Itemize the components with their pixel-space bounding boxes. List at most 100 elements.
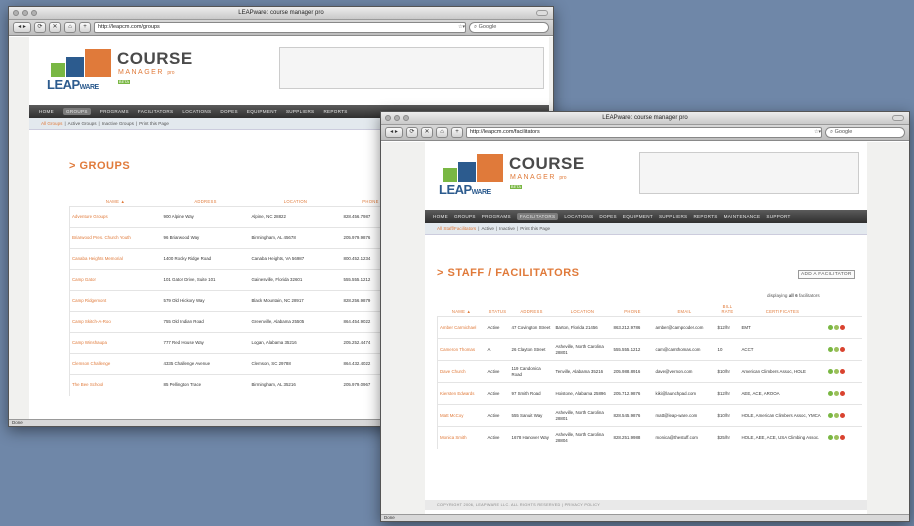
nav-support[interactable]: SUPPORT: [766, 214, 790, 219]
group-name-link[interactable]: Camp Gator: [69, 269, 162, 291]
back-forward-button[interactable]: ◂ ▸: [13, 22, 31, 33]
facilitator-name-link[interactable]: Matt McCoy: [437, 404, 486, 427]
leapware-logo[interactable]: LEAPWARE COURSE MANAGER pro BETA: [439, 154, 589, 202]
facilitators-browser-window[interactable]: LEAPware: course manager pro ◂ ▸ ⟳ ✕ ⌂ +…: [380, 111, 910, 522]
nav-suppliers[interactable]: SUPPLIERS: [286, 109, 315, 114]
table-row[interactable]: Kiersten Edwards Active 97 Smith Road Hoist…: [437, 382, 862, 405]
back-forward-button[interactable]: ◂ ▸: [385, 127, 403, 138]
leapware-logo[interactable]: LEAPWARE COURSE MANAGER pro BETA: [47, 49, 197, 97]
check-icon[interactable]: [833, 391, 839, 396]
stop-button[interactable]: ✕: [421, 127, 433, 138]
nav-reports[interactable]: REPORTS: [693, 214, 717, 219]
nav-equipment[interactable]: EQUIPMENT: [247, 109, 277, 114]
group-name-link[interactable]: Camp Skitch-A-Roo: [69, 311, 162, 333]
nav-programs[interactable]: PROGRAMS: [482, 214, 511, 219]
url-field[interactable]: http://leapcm.com/groups ☆▾: [94, 22, 466, 33]
nav-home[interactable]: HOME: [39, 109, 54, 114]
delete-icon[interactable]: [839, 325, 845, 330]
nav-maintenance[interactable]: MAINTENANCE: [724, 214, 761, 219]
col-name-header[interactable]: NAME ▲: [438, 302, 486, 317]
nav-facilitators[interactable]: FACILITATORS: [138, 109, 174, 114]
facilitator-name-link[interactable]: Dave Church: [437, 360, 486, 383]
subnav-all-facilitators[interactable]: All Staff/Facilitators: [437, 226, 476, 231]
rss-icon[interactable]: ☆▾: [814, 128, 821, 137]
subnav-inactive[interactable]: Inactive: [499, 226, 515, 231]
subnav-print[interactable]: Print this Page: [139, 121, 169, 126]
window-titlebar[interactable]: LEAPware: course manager pro: [381, 112, 909, 125]
table-row[interactable]: Monica Smith Active 1678 Hanover Way Ashevi…: [437, 426, 862, 449]
home-button[interactable]: ⌂: [64, 22, 76, 33]
nav-equipment[interactable]: EQUIPMENT: [623, 214, 653, 219]
facilitator-email[interactable]: dave@vernon.com: [653, 360, 716, 383]
facilitator-email[interactable]: matt@leap-ware.com: [653, 404, 716, 427]
col-address-header[interactable]: ADDRESS: [162, 197, 250, 207]
window-controls[interactable]: [13, 10, 37, 16]
check-icon[interactable]: [833, 369, 839, 374]
subnav-active[interactable]: Active: [481, 226, 494, 231]
group-name-link[interactable]: Canaba Heights Memorial: [69, 248, 162, 270]
group-name-link[interactable]: Camp Winshaupa: [69, 332, 162, 354]
table-row[interactable]: Amber Carmichael Active 47 Covington Stree…: [437, 316, 862, 339]
url-field[interactable]: http://leapcm.com/facilitators ☆▾: [466, 127, 822, 138]
nav-locations[interactable]: LOCATIONS: [182, 109, 211, 114]
edit-icon[interactable]: [827, 347, 833, 352]
facilitator-name-link[interactable]: Monica Smith: [437, 426, 486, 449]
close-icon[interactable]: [385, 115, 391, 121]
col-certificates-header[interactable]: CERTIFICATES: [740, 302, 826, 317]
subnav-inactive-groups[interactable]: Inactive Groups: [102, 121, 134, 126]
search-input[interactable]: ⌕ Google: [825, 127, 905, 138]
facilitator-email[interactable]: monica@thestuff.com: [653, 426, 716, 449]
group-name-link[interactable]: Camp Ridgemont: [69, 290, 162, 312]
toolbar-toggle-icon[interactable]: [536, 10, 548, 16]
col-location-header[interactable]: LOCATION: [250, 197, 342, 207]
delete-icon[interactable]: [839, 369, 845, 374]
group-name-link[interactable]: Adventure Groups: [69, 206, 162, 228]
edit-icon[interactable]: [827, 391, 833, 396]
table-row[interactable]: Cameron Thomas A 26 Clayton Street Ashevill…: [437, 338, 862, 361]
bookmark-button[interactable]: +: [79, 22, 91, 33]
nav-reports[interactable]: REPORTS: [323, 109, 347, 114]
rss-icon[interactable]: ☆▾: [458, 23, 465, 32]
zoom-icon[interactable]: [403, 115, 409, 121]
nav-programs[interactable]: PROGRAMS: [100, 109, 129, 114]
add-facilitator-button[interactable]: ADD A FACILITATOR: [798, 270, 855, 279]
facilitator-name-link[interactable]: Kiersten Edwards: [437, 382, 486, 405]
reload-button[interactable]: ⟳: [34, 22, 46, 33]
check-icon[interactable]: [833, 413, 839, 418]
edit-icon[interactable]: [827, 369, 833, 374]
table-row[interactable]: Matt McCoy Active 555 Sanuit Way Asheville,…: [437, 404, 862, 427]
nav-dopes[interactable]: DOPES: [220, 109, 238, 114]
col-status-header[interactable]: STATUS: [486, 302, 510, 317]
reload-button[interactable]: ⟳: [406, 127, 418, 138]
stop-button[interactable]: ✕: [49, 22, 61, 33]
nav-facilitators[interactable]: FACILITATORS: [516, 213, 559, 220]
search-input[interactable]: ⌕ Google: [469, 22, 549, 33]
col-address-header[interactable]: ADDRESS: [510, 302, 554, 317]
col-phone-header[interactable]: PHONE: [612, 302, 654, 317]
delete-icon[interactable]: [839, 413, 845, 418]
nav-home[interactable]: HOME: [433, 214, 448, 219]
nav-groups[interactable]: GROUPS: [62, 108, 91, 115]
check-icon[interactable]: [833, 347, 839, 352]
table-row[interactable]: Dave Church Active 119 Candonica Road Tenvi…: [437, 360, 862, 383]
zoom-icon[interactable]: [31, 10, 37, 16]
facilitator-email[interactable]: amber@campcoder.com: [653, 316, 716, 339]
group-name-link[interactable]: The Bee School: [69, 374, 162, 396]
window-titlebar[interactable]: LEAPware: course manager pro: [9, 7, 553, 20]
group-name-link[interactable]: Clemson Challenge: [69, 353, 162, 375]
toolbar-toggle-icon[interactable]: [892, 115, 904, 121]
col-bill-rate-header[interactable]: BILL RATE: [716, 302, 740, 317]
minimize-icon[interactable]: [394, 115, 400, 121]
nav-groups[interactable]: GROUPS: [454, 214, 476, 219]
subnav-print[interactable]: Print this Page: [520, 226, 550, 231]
edit-icon[interactable]: [827, 325, 833, 330]
facilitator-email[interactable]: kiki@launchpad.com: [653, 382, 716, 405]
delete-icon[interactable]: [839, 391, 845, 396]
nav-dopes[interactable]: DOPES: [599, 214, 617, 219]
nav-locations[interactable]: LOCATIONS: [564, 214, 593, 219]
facilitator-name-link[interactable]: Cameron Thomas: [437, 338, 486, 361]
minimize-icon[interactable]: [22, 10, 28, 16]
col-name-header[interactable]: NAME ▲: [70, 197, 162, 207]
delete-icon[interactable]: [839, 347, 845, 352]
facilitator-email[interactable]: cam@camthomas.com: [653, 338, 716, 361]
